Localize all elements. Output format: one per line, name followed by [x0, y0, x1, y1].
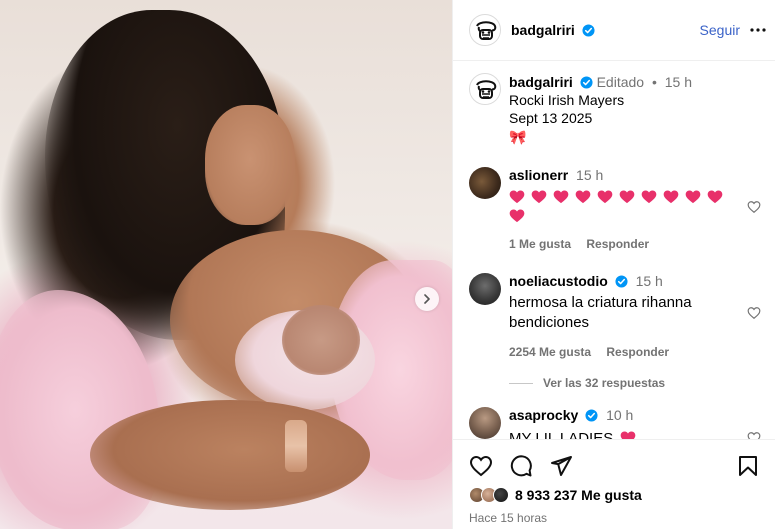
pink-heart-icon: [509, 209, 525, 223]
pink-heart-icon: [553, 190, 569, 204]
like-comment-heart-icon[interactable]: [747, 306, 761, 320]
pink-heart-icon: [641, 190, 657, 204]
post-header: badgalriri Seguir: [453, 0, 775, 61]
comment-time[interactable]: 15 h: [576, 167, 603, 183]
pink-heart-icon: [619, 190, 635, 204]
profile-logo-icon: [472, 76, 500, 104]
pink-heart-icon: [509, 190, 525, 204]
photo-watch: [285, 420, 307, 472]
post-photo[interactable]: [0, 0, 452, 529]
pink-heart-icon: [685, 190, 701, 204]
edited-label: Editado: [596, 74, 645, 90]
pink-heart-icon: [621, 431, 636, 439]
comment-text: MY LIL LADIES: [509, 430, 614, 439]
header-username[interactable]: badgalriri: [511, 22, 575, 38]
caption-avatar[interactable]: [469, 73, 501, 105]
comment-icon[interactable]: [509, 454, 533, 478]
verified-icon: [582, 24, 595, 37]
view-replies-button[interactable]: Ver las 32 respuestas: [509, 376, 665, 390]
share-send-icon[interactable]: [549, 454, 573, 478]
pink-heart-icon: [663, 190, 679, 204]
verified-icon: [580, 76, 593, 89]
bookmark-icon[interactable]: [736, 454, 760, 478]
like-comment-heart-icon[interactable]: [747, 200, 761, 214]
photo-face: [205, 105, 295, 225]
comment-time[interactable]: 10 h: [606, 407, 633, 423]
avatar[interactable]: [469, 167, 501, 199]
avatar[interactable]: [469, 14, 501, 46]
comment-hearts: [509, 189, 734, 223]
reply-button[interactable]: Responder: [606, 345, 669, 359]
follow-button[interactable]: Seguir: [700, 22, 740, 38]
verified-icon: [585, 409, 598, 422]
like-comment-heart-icon[interactable]: [747, 431, 761, 439]
comments-scroll[interactable]: badgalriri Editado • 15 h Rocki Irish Ma…: [453, 61, 775, 439]
avatar[interactable]: [469, 407, 501, 439]
verified-icon: [615, 275, 628, 288]
comment-likes[interactable]: 2254 Me gusta: [509, 345, 591, 359]
reply-button[interactable]: Responder: [586, 237, 649, 251]
comment-username[interactable]: noeliacustodio: [509, 273, 608, 289]
photo-baby-head: [282, 305, 360, 375]
post-actions: 8 933 237 Me gusta Hace 15 horas: [453, 439, 775, 529]
comment-likes[interactable]: 1 Me gusta: [509, 237, 571, 251]
caption-time[interactable]: 15 h: [665, 74, 692, 90]
post-caption: badgalriri Editado • 15 h Rocki Irish Ma…: [509, 73, 759, 146]
pink-heart-icon: [531, 190, 547, 204]
likes-count[interactable]: 8 933 237 Me gusta: [515, 487, 642, 503]
avatar: [493, 487, 509, 503]
meta-separator: •: [651, 74, 657, 90]
likes-summary[interactable]: 8 933 237 Me gusta: [469, 487, 642, 503]
profile-logo-icon: [472, 17, 500, 45]
pink-heart-icon: [597, 190, 613, 204]
post-time[interactable]: Hace 15 horas: [469, 511, 547, 525]
caption-line: Rocki Irish Mayers: [509, 92, 625, 108]
more-horizontal-icon[interactable]: [748, 20, 768, 40]
next-photo-button[interactable]: [415, 287, 439, 311]
caption-line: 🎀: [509, 129, 527, 145]
comment-text: hermosa la criatura rihanna bendiciones: [509, 294, 692, 331]
pink-heart-icon: [575, 190, 591, 204]
comment-time[interactable]: 15 h: [636, 273, 663, 289]
avatar[interactable]: [469, 273, 501, 305]
caption-username[interactable]: badgalriri: [509, 74, 573, 90]
chevron-right-icon: [424, 294, 430, 304]
like-heart-icon[interactable]: [469, 454, 493, 478]
caption-line: Sept 13 2025: [509, 110, 593, 126]
comment-username[interactable]: asaprocky: [509, 407, 578, 423]
comment-username[interactable]: aslionerr: [509, 167, 568, 183]
pink-heart-icon: [707, 190, 723, 204]
post-sidebar: badgalriri Seguir badgalriri Editado • 1…: [452, 0, 775, 529]
photo-arm: [90, 400, 370, 510]
